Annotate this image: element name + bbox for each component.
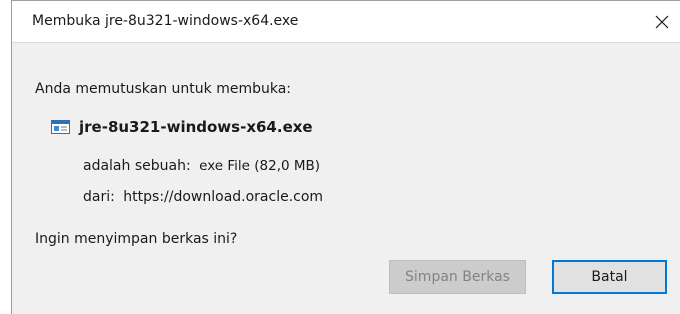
cancel-button[interactable]: Batal [552, 260, 667, 294]
file-row: jre-8u321-windows-x64.exe [51, 118, 313, 136]
title-bar: Membuka jre-8u321-windows-x64.exe [12, 1, 680, 43]
download-dialog: Membuka jre-8u321-windows-x64.exe Anda m… [11, 0, 680, 314]
save-file-button[interactable]: Simpan Berkas [389, 260, 526, 294]
dialog-title: Membuka jre-8u321-windows-x64.exe [32, 13, 299, 29]
save-question: Ingin menyimpan berkas ini? [35, 231, 238, 247]
close-button[interactable] [648, 9, 676, 35]
file-type-label: adalah sebuah: [83, 158, 191, 174]
file-source-value: https://download.oracle.com [123, 189, 324, 205]
file-source-row: dari: https://download.oracle.com [83, 189, 323, 205]
file-source-label: dari: [83, 189, 115, 205]
close-icon [655, 15, 669, 29]
prompt-text: Anda memutuskan untuk membuka: [35, 81, 292, 97]
file-name: jre-8u321-windows-x64.exe [79, 118, 313, 136]
file-type-value: exe File (82,0 MB) [199, 158, 321, 174]
executable-file-icon [51, 120, 70, 134]
file-type-row: adalah sebuah: exe File (82,0 MB) [83, 158, 320, 174]
